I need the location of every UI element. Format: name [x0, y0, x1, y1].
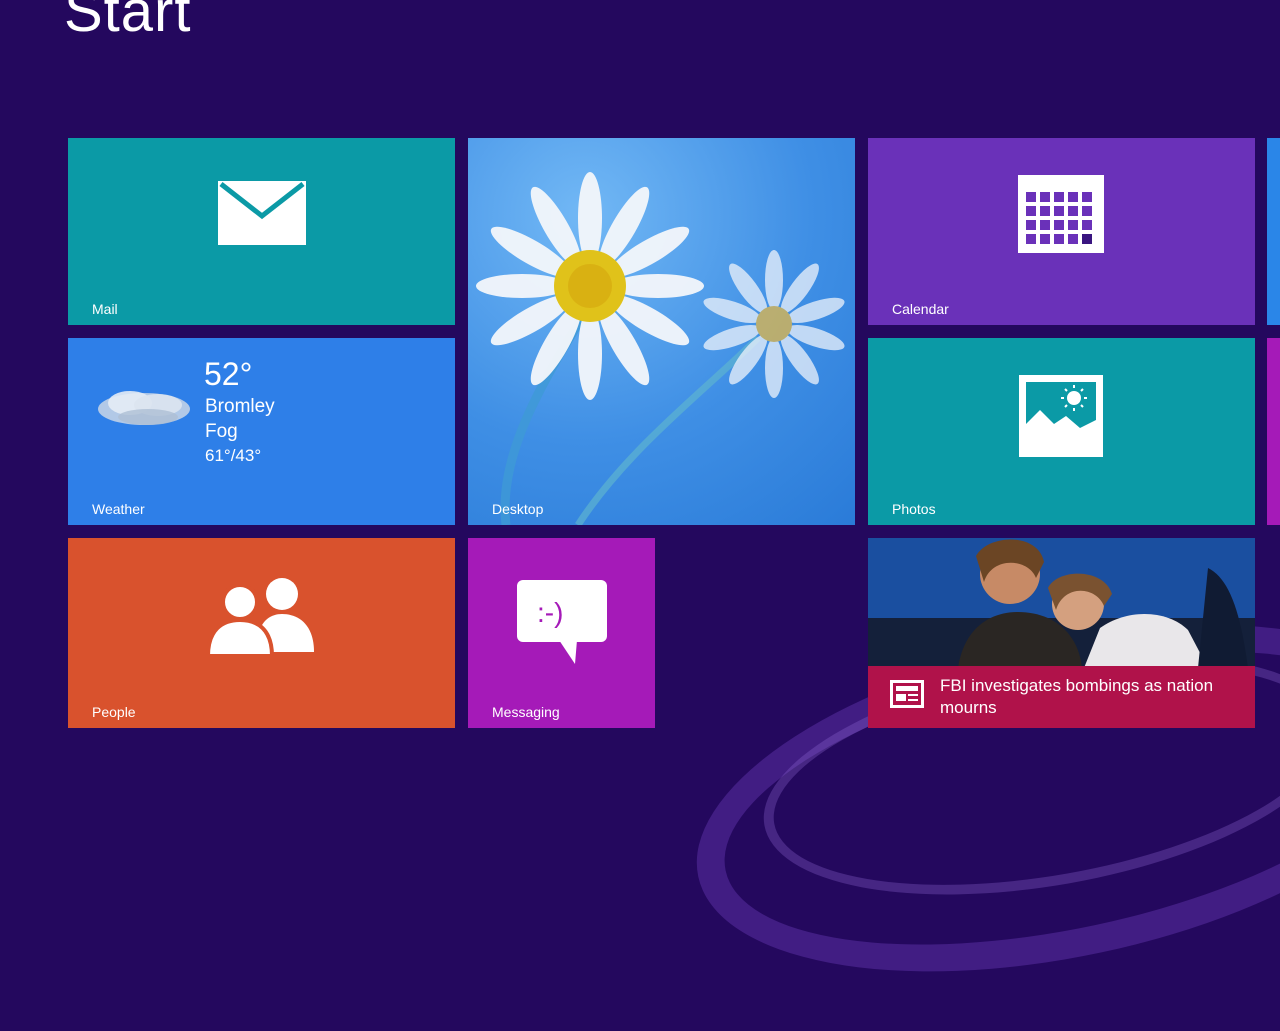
tile-photos[interactable]: Photos: [868, 338, 1255, 525]
mail-icon: [217, 180, 307, 251]
weather-condition: Fog: [205, 421, 238, 442]
start-title: Start: [64, 0, 192, 44]
tile-weather-label: Weather: [92, 501, 145, 517]
tile-desktop[interactable]: Desktop: [468, 138, 855, 525]
news-photo: [868, 538, 1255, 668]
people-icon: [205, 574, 318, 663]
calendar-icon: [1017, 174, 1105, 259]
cloud-icon: [96, 383, 190, 425]
svg-text::-): :-): [537, 597, 563, 628]
weather-range: 61°/43°: [205, 446, 262, 465]
tile-photos-label: Photos: [892, 501, 936, 517]
tile-calendar-label: Calendar: [892, 301, 949, 317]
tile-weather[interactable]: 52° Bromley Fog 61°/43° Weather: [68, 338, 455, 525]
tile-people-label: People: [92, 704, 136, 720]
tile-mail-label: Mail: [92, 301, 118, 317]
tile-desktop-label: Desktop: [492, 501, 544, 517]
messaging-icon: :-): [515, 578, 609, 671]
tile-mail[interactable]: Mail: [68, 138, 455, 325]
news-headline: FBI investigates bombings as nation mour…: [940, 676, 1214, 717]
tile-offscreen-purple[interactable]: [1267, 338, 1280, 525]
tile-messaging[interactable]: :-) Messaging: [468, 538, 655, 728]
weather-location: Bromley: [205, 396, 275, 417]
news-headline-bar: FBI investigates bombings as nation mour…: [868, 666, 1255, 728]
tile-messaging-label: Messaging: [492, 704, 560, 720]
tile-calendar[interactable]: Calendar: [868, 138, 1255, 325]
tile-people[interactable]: People: [68, 538, 455, 728]
tile-news[interactable]: FBI investigates bombings as nation mour…: [868, 538, 1255, 728]
weather-temperature: 52°: [204, 356, 253, 392]
tile-offscreen-blue[interactable]: [1267, 138, 1280, 325]
daisies-wallpaper: [476, 172, 845, 525]
photos-icon: [1018, 374, 1104, 463]
news-icon: [890, 680, 924, 713]
